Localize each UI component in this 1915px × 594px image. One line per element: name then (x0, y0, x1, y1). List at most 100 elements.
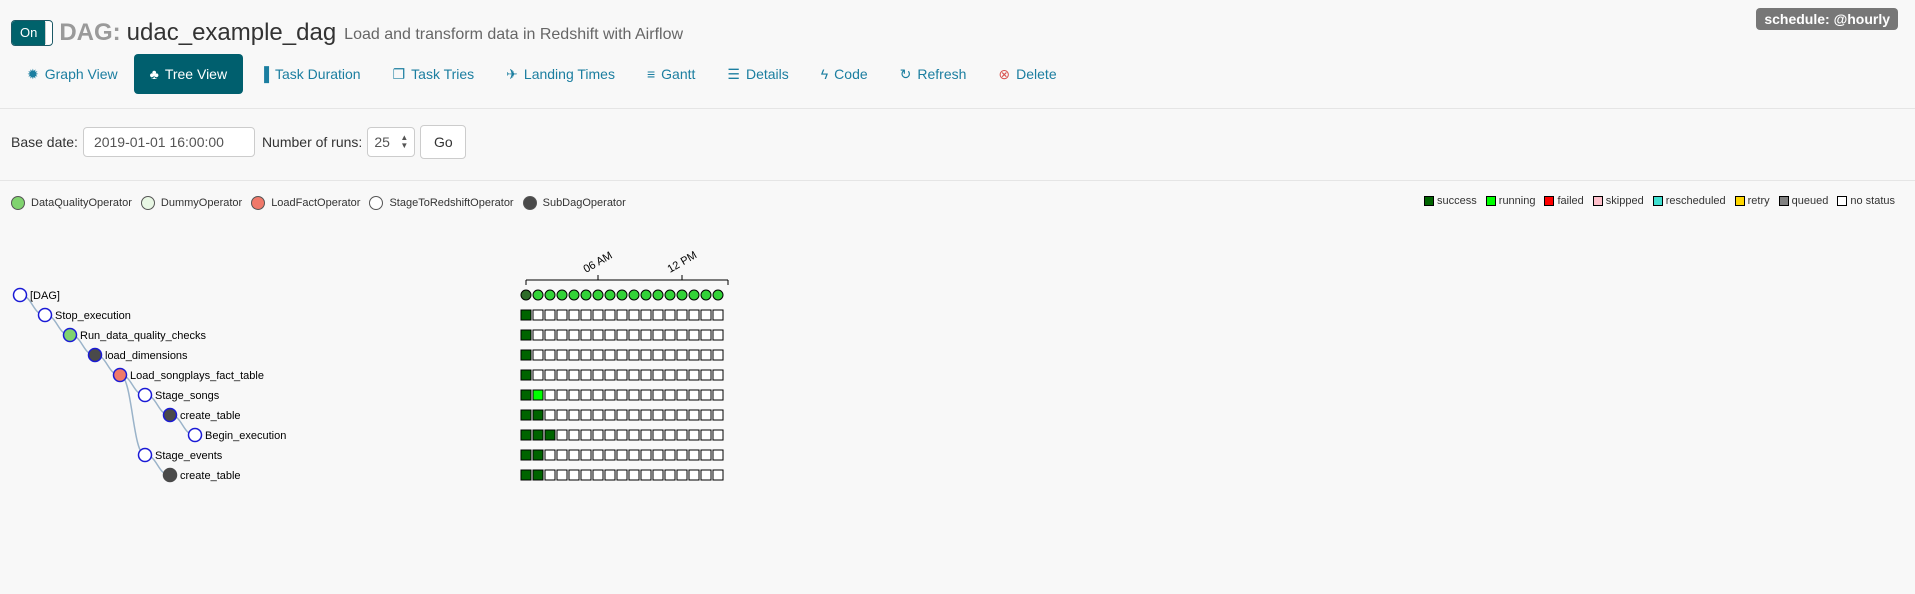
task-instance-square[interactable] (640, 329, 652, 341)
task-label[interactable]: Begin_execution (205, 430, 286, 442)
task-instance-square[interactable] (556, 409, 568, 421)
task-instance-square[interactable] (568, 309, 580, 321)
task-node[interactable] (62, 327, 78, 343)
task-instance-square[interactable] (592, 309, 604, 321)
task-instance-square[interactable] (520, 389, 532, 401)
task-instance-square[interactable] (640, 389, 652, 401)
task-instance-square[interactable] (532, 389, 544, 401)
task-instance-square[interactable] (700, 409, 712, 421)
task-instance-square[interactable] (700, 389, 712, 401)
task-instance-square[interactable] (664, 349, 676, 361)
task-instance-square[interactable] (556, 369, 568, 381)
task-instance-square[interactable] (580, 389, 592, 401)
task-instance-square[interactable] (592, 449, 604, 461)
dag-run-circle[interactable] (676, 289, 688, 301)
dag-run-circle[interactable] (700, 289, 712, 301)
task-instance-square[interactable] (616, 429, 628, 441)
task-instance-square[interactable] (688, 409, 700, 421)
task-instance-square[interactable] (568, 349, 580, 361)
task-label[interactable]: Run_data_quality_checks (80, 330, 206, 342)
task-instance-square[interactable] (664, 329, 676, 341)
task-instance-square[interactable] (712, 349, 724, 361)
task-instance-square[interactable] (544, 429, 556, 441)
task-instance-square[interactable] (580, 309, 592, 321)
tab-task-duration[interactable]: ▐ Task Duration (243, 54, 377, 94)
task-instance-square[interactable] (628, 369, 640, 381)
task-instance-square[interactable] (688, 469, 700, 481)
tab-details[interactable]: ☰ Details (711, 54, 804, 94)
task-instance-square[interactable] (688, 429, 700, 441)
task-instance-square[interactable] (664, 469, 676, 481)
task-instance-square[interactable] (520, 329, 532, 341)
task-instance-square[interactable] (544, 389, 556, 401)
task-instance-square[interactable] (664, 449, 676, 461)
task-instance-square[interactable] (556, 449, 568, 461)
task-instance-square[interactable] (712, 369, 724, 381)
task-instance-square[interactable] (700, 429, 712, 441)
tab-graph-view[interactable]: ✹ Graph View (11, 54, 134, 94)
task-instance-square[interactable] (556, 329, 568, 341)
task-instance-square[interactable] (580, 329, 592, 341)
task-instance-square[interactable] (544, 349, 556, 361)
task-instance-square[interactable] (532, 349, 544, 361)
task-instance-square[interactable] (616, 349, 628, 361)
task-node[interactable] (37, 307, 53, 323)
task-instance-square[interactable] (592, 409, 604, 421)
task-instance-square[interactable] (640, 429, 652, 441)
task-instance-square[interactable] (556, 309, 568, 321)
tab-task-tries[interactable]: ❐ Task Tries (377, 54, 491, 94)
task-instance-square[interactable] (628, 349, 640, 361)
dag-run-circle[interactable] (556, 289, 568, 301)
task-instance-square[interactable] (580, 349, 592, 361)
task-instance-square[interactable] (616, 409, 628, 421)
task-instance-square[interactable] (592, 389, 604, 401)
task-instance-square[interactable] (640, 449, 652, 461)
task-instance-square[interactable] (712, 469, 724, 481)
task-instance-square[interactable] (568, 389, 580, 401)
task-instance-square[interactable] (712, 309, 724, 321)
task-instance-square[interactable] (568, 409, 580, 421)
task-instance-square[interactable] (532, 329, 544, 341)
tab-refresh[interactable]: ↻ Refresh (884, 54, 983, 94)
task-instance-square[interactable] (568, 429, 580, 441)
task-instance-square[interactable] (688, 349, 700, 361)
dag-run-circle[interactable] (616, 289, 628, 301)
task-instance-square[interactable] (700, 309, 712, 321)
task-label[interactable]: Stage_songs (155, 390, 220, 402)
dag-run-circle[interactable] (604, 289, 616, 301)
tab-code[interactable]: ϟ Code (805, 54, 884, 94)
task-instance-square[interactable] (676, 369, 688, 381)
task-node[interactable] (187, 427, 203, 443)
task-instance-square[interactable] (604, 349, 616, 361)
task-instance-square[interactable] (616, 329, 628, 341)
task-instance-square[interactable] (532, 369, 544, 381)
task-instance-square[interactable] (520, 349, 532, 361)
task-instance-square[interactable] (604, 449, 616, 461)
task-instance-square[interactable] (700, 469, 712, 481)
task-instance-square[interactable] (628, 329, 640, 341)
task-instance-square[interactable] (652, 469, 664, 481)
task-instance-square[interactable] (640, 469, 652, 481)
task-instance-square[interactable] (652, 389, 664, 401)
task-instance-square[interactable] (520, 469, 532, 481)
task-instance-square[interactable] (532, 449, 544, 461)
dag-pause-toggle[interactable]: On (11, 20, 54, 46)
task-instance-square[interactable] (628, 469, 640, 481)
task-instance-square[interactable] (532, 409, 544, 421)
task-instance-square[interactable] (604, 409, 616, 421)
task-instance-square[interactable] (652, 309, 664, 321)
task-instance-square[interactable] (556, 469, 568, 481)
task-node[interactable] (137, 387, 153, 403)
task-instance-square[interactable] (676, 309, 688, 321)
task-instance-square[interactable] (676, 469, 688, 481)
task-instance-square[interactable] (640, 409, 652, 421)
task-instance-square[interactable] (664, 389, 676, 401)
task-instance-square[interactable] (676, 389, 688, 401)
task-instance-square[interactable] (640, 309, 652, 321)
task-instance-square[interactable] (640, 349, 652, 361)
dag-run-circle[interactable] (592, 289, 604, 301)
task-instance-square[interactable] (568, 329, 580, 341)
dag-run-circle[interactable] (628, 289, 640, 301)
task-node[interactable] (162, 467, 178, 483)
dag-run-circle[interactable] (688, 289, 700, 301)
